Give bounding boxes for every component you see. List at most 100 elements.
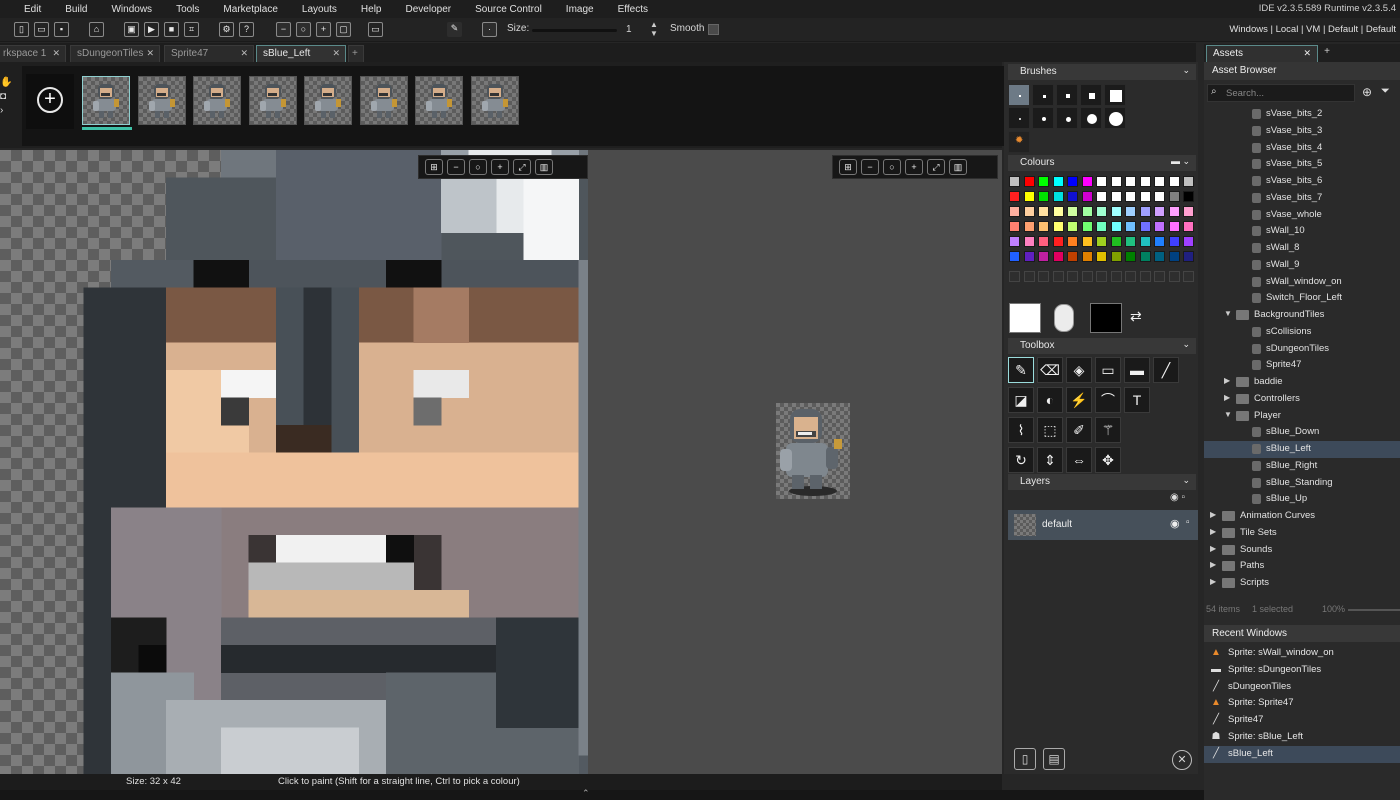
chevron-down-icon[interactable]: ▼ <box>1224 410 1232 419</box>
palette-swatch[interactable] <box>1023 206 1035 217</box>
brush-preset[interactable] <box>1008 84 1030 106</box>
menu-tools[interactable]: Tools <box>176 4 199 15</box>
asset-item[interactable]: sBlue_Up <box>1204 491 1400 508</box>
asset-item[interactable]: Sprite47 <box>1204 357 1400 374</box>
chevron-right-icon[interactable]: ▶ <box>1224 393 1230 402</box>
recent-window-item[interactable]: ╱ Sprite47 <box>1204 712 1400 729</box>
rectangle-select-icon[interactable]: ▭ <box>1095 357 1121 383</box>
eyedropper-icon[interactable]: ⌇ <box>1008 417 1034 443</box>
palette-empty-slot[interactable] <box>1125 271 1136 282</box>
asset-item[interactable]: Switch_Floor_Left <box>1204 290 1400 307</box>
primary-colour[interactable] <box>1009 303 1041 333</box>
delete-layer-icon[interactable]: ✕ <box>1172 750 1192 770</box>
palette-swatch[interactable] <box>1168 221 1180 232</box>
fill-bucket-icon[interactable]: ◈ <box>1066 357 1092 383</box>
palette-empty-slot[interactable] <box>1139 271 1151 282</box>
asset-item[interactable]: sBlue_Left <box>1204 441 1400 458</box>
colours-header[interactable]: Colours ▬ ⌄ <box>1008 155 1196 171</box>
palette-swatch[interactable] <box>1038 236 1049 247</box>
palette-empty-slot[interactable] <box>1154 271 1165 282</box>
split-view-icon[interactable]: ▥ <box>535 159 553 175</box>
chevron-right-icon[interactable]: ▶ <box>1210 577 1216 586</box>
chevron-down-icon[interactable]: ⌄ <box>1182 475 1190 486</box>
palette-swatch[interactable] <box>1183 176 1194 187</box>
palette-swatch[interactable] <box>1110 251 1122 262</box>
new-file-icon[interactable]: ▯ <box>14 22 29 37</box>
zoomed-canvas[interactable] <box>0 150 588 774</box>
palette-swatch[interactable] <box>1110 176 1122 187</box>
fit-icon[interactable]: ⤢ <box>513 159 531 175</box>
open-folder-icon[interactable]: ▭ <box>34 22 49 37</box>
brush-preset[interactable] <box>1008 107 1030 129</box>
palette-swatch[interactable] <box>1139 221 1151 232</box>
palette-swatch[interactable] <box>1009 221 1020 232</box>
palette-empty-slot[interactable] <box>1110 271 1122 282</box>
palette-swatch[interactable] <box>1168 251 1180 262</box>
frame-thumbnail[interactable] <box>82 76 130 125</box>
chevron-right-icon[interactable]: ▶ <box>1210 510 1216 519</box>
zoom-in-icon[interactable]: + <box>905 159 923 175</box>
chevron-down-icon[interactable]: ⌄ <box>1182 65 1190 76</box>
asset-folder[interactable]: ▶ baddie <box>1204 374 1400 391</box>
fill-ellipse-icon[interactable]: ◐ <box>1037 387 1063 413</box>
pencil-icon[interactable]: ✎ <box>1008 357 1034 383</box>
add-frame-button[interactable]: + <box>26 74 74 129</box>
zoom-out-icon[interactable]: − <box>447 159 465 175</box>
flip-horizontal-icon[interactable]: ⇔ <box>1066 447 1092 473</box>
palette-swatch[interactable] <box>1067 236 1078 247</box>
frame-thumbnail[interactable] <box>248 76 297 125</box>
menu-developer[interactable]: Developer <box>406 4 452 15</box>
fill-rect-icon[interactable]: ◪ <box>1008 387 1034 413</box>
monitor-icon[interactable]: ▭ <box>368 22 383 37</box>
palette-swatch[interactable] <box>1096 251 1107 262</box>
brush-preset[interactable] <box>1080 84 1102 106</box>
asset-item[interactable]: sVase_bits_2 <box>1204 106 1400 123</box>
asset-item[interactable]: sWall_9 <box>1204 257 1400 274</box>
palette-swatch[interactable] <box>1139 206 1151 217</box>
menu-layouts[interactable]: Layouts <box>302 4 337 15</box>
recent-window-item[interactable]: ☗ Sprite: sBlue_Left <box>1204 729 1400 746</box>
brush-preset[interactable] <box>1104 84 1126 106</box>
side-tools[interactable]: ✋ ◘ › <box>0 76 12 136</box>
zoom-reset-icon[interactable]: ○ <box>296 22 311 37</box>
clean-icon[interactable]: ⌗ <box>184 22 199 37</box>
palette-swatch[interactable] <box>1009 191 1020 202</box>
run-icon[interactable]: ▶ <box>144 22 159 37</box>
palette-swatch[interactable] <box>1052 191 1064 202</box>
palette-swatch[interactable] <box>1081 191 1093 202</box>
palette-swatch[interactable] <box>1081 251 1093 262</box>
asset-folder[interactable]: ▼ Player <box>1204 408 1400 425</box>
palette-swatch[interactable] <box>1125 236 1136 247</box>
chevron-right-icon[interactable]: ▶ <box>1224 376 1230 385</box>
close-icon[interactable]: ✕ <box>332 48 340 59</box>
asset-item[interactable]: sVase_whole <box>1204 207 1400 224</box>
new-tab-button[interactable]: + <box>348 45 364 62</box>
frame-thumbnail[interactable] <box>137 76 186 125</box>
tab-assets[interactable]: Assets ✕ <box>1206 45 1318 62</box>
smooth-checkbox[interactable] <box>708 24 719 35</box>
zoom-in-icon[interactable]: + <box>316 22 331 37</box>
palette-swatch[interactable] <box>1052 176 1064 187</box>
menu-build[interactable]: Build <box>65 4 87 15</box>
palette-swatch[interactable] <box>1052 251 1064 262</box>
layers-header[interactable]: Layers ⌄ <box>1008 474 1196 490</box>
palette-swatch[interactable] <box>1009 176 1020 187</box>
palette-swatch[interactable] <box>1052 221 1064 232</box>
zoom-reset-icon[interactable]: ○ <box>883 159 901 175</box>
brush-preset[interactable] <box>1032 107 1054 129</box>
asset-folder[interactable]: ▶ Paths <box>1204 558 1400 575</box>
palette-swatch[interactable] <box>1052 236 1064 247</box>
asset-folder[interactable]: ▼ BackgroundTiles <box>1204 307 1400 324</box>
asset-item[interactable]: sBlue_Standing <box>1204 475 1400 492</box>
palette-swatch[interactable] <box>1023 236 1035 247</box>
magic-wand-icon[interactable]: ⚚ <box>1095 417 1121 443</box>
frame-thumbnail[interactable] <box>193 76 241 125</box>
search-input[interactable]: Search... <box>1207 84 1355 102</box>
zoom-in-icon[interactable]: + <box>491 159 509 175</box>
add-asset-icon[interactable]: ⊕ <box>1362 85 1372 99</box>
asset-item[interactable]: sBlue_Down <box>1204 424 1400 441</box>
pencil-icon[interactable]: ✎ <box>447 22 462 37</box>
palette-swatch[interactable] <box>1038 176 1049 187</box>
brush-preset[interactable] <box>1056 84 1078 106</box>
palette-empty-slot[interactable] <box>1009 271 1020 282</box>
